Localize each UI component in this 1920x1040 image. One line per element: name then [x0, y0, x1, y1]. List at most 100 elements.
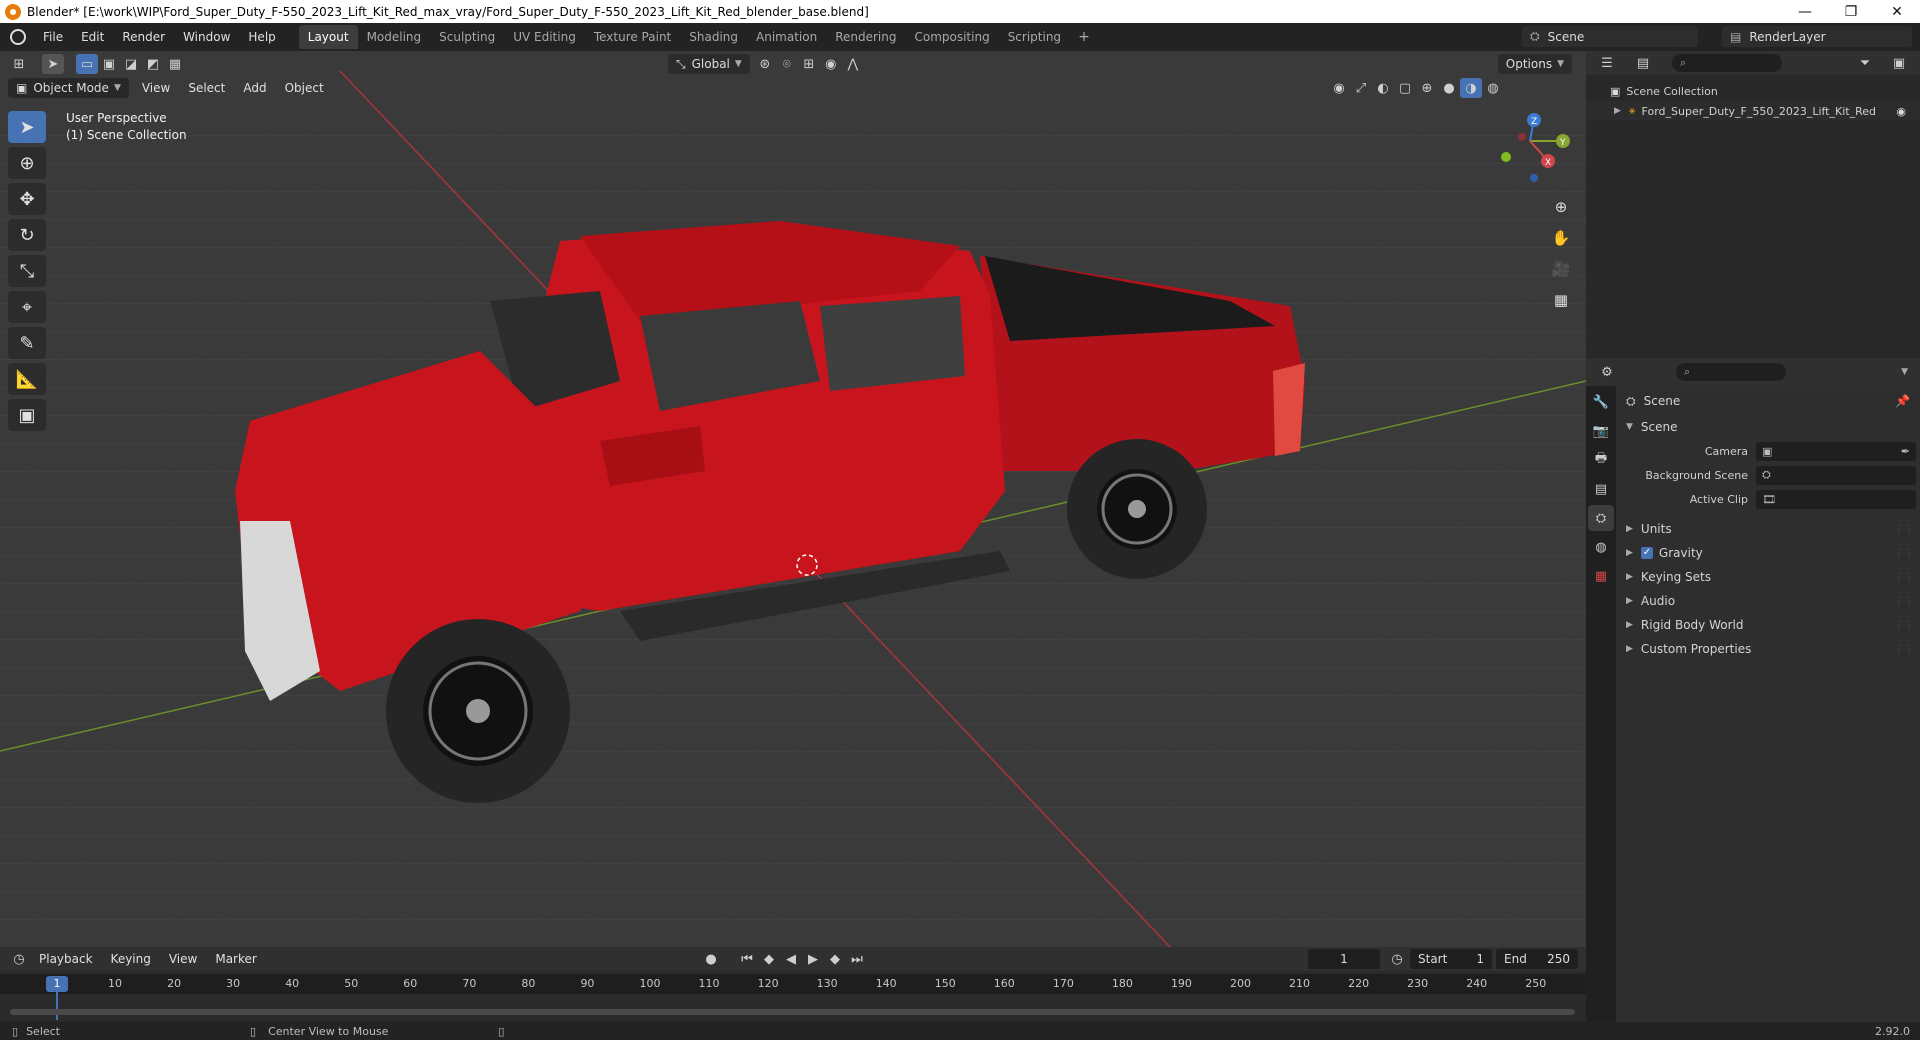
- properties-search-input[interactable]: ⌕: [1676, 363, 1786, 381]
- camera-field[interactable]: ▣ ✒: [1756, 441, 1916, 461]
- drag-handle-icon[interactable]: ⋮⋮: [1894, 572, 1914, 583]
- play-reverse-icon[interactable]: ◀: [780, 949, 802, 969]
- viewport-menu-select[interactable]: Select: [179, 81, 234, 95]
- rotate-tool-icon[interactable]: ↻: [8, 219, 46, 251]
- outliner-scene-collection[interactable]: ▣ Scene Collection: [1586, 81, 1920, 101]
- tab-scripting[interactable]: Scripting: [999, 25, 1070, 49]
- cursor-tool-icon[interactable]: ⊕: [8, 147, 46, 179]
- select-tool-icon[interactable]: ➤: [42, 54, 64, 74]
- blender-menu-icon[interactable]: [10, 29, 26, 45]
- menu-edit[interactable]: Edit: [72, 30, 113, 44]
- zoom-icon[interactable]: ⊕: [1547, 193, 1575, 221]
- menu-file[interactable]: File: [34, 30, 72, 44]
- outliner-item-truck[interactable]: ▶ ⚹ Ford_Super_Duty_F_550_2023_Lift_Kit_…: [1586, 101, 1920, 121]
- select-extend-icon[interactable]: ▣: [98, 54, 120, 74]
- properties-editor-type-icon[interactable]: ⚙: [1596, 362, 1618, 382]
- timeline-menu-playback[interactable]: Playback: [30, 952, 102, 966]
- pivot-icon[interactable]: ⊛: [754, 54, 776, 74]
- annotate-tool-icon[interactable]: ✎: [8, 327, 46, 359]
- overlay-toggle-icon[interactable]: ◐: [1372, 78, 1394, 98]
- jump-end-icon[interactable]: ⏭: [846, 949, 868, 969]
- scene-tab-icon[interactable]: ⛭: [1588, 505, 1614, 531]
- scale-tool-icon[interactable]: ⤡: [8, 255, 46, 287]
- eye-visibility-icon[interactable]: ◉: [1896, 105, 1906, 118]
- tab-texture-paint[interactable]: Texture Paint: [585, 25, 680, 49]
- tool-tab-icon[interactable]: 🔧: [1588, 389, 1614, 415]
- measure-tool-icon[interactable]: 📐: [8, 363, 46, 395]
- filter-icon[interactable]: ⏷: [1854, 53, 1876, 73]
- pan-hand-icon[interactable]: ✋: [1547, 224, 1575, 252]
- units-panel[interactable]: ▶ Units ⋮⋮: [1616, 518, 1920, 540]
- mode-dropdown[interactable]: ▣ Object Mode ▼: [8, 78, 129, 98]
- gizmo-toggle-icon[interactable]: ⤢: [1350, 78, 1372, 98]
- drag-handle-icon[interactable]: ⋮⋮: [1894, 548, 1914, 559]
- drag-handle-icon[interactable]: ⋮⋮: [1894, 620, 1914, 631]
- gravity-checkbox[interactable]: ✓: [1640, 547, 1653, 559]
- move-tool-icon[interactable]: ✥: [8, 183, 46, 215]
- drag-handle-icon[interactable]: ⋮⋮: [1894, 524, 1914, 535]
- current-frame-indicator[interactable]: 1: [46, 976, 68, 992]
- visibility-icon[interactable]: ◉: [1328, 78, 1350, 98]
- play-icon[interactable]: ▶: [802, 949, 824, 969]
- timeline-menu-keying[interactable]: Keying: [102, 952, 160, 966]
- editor-type-icon[interactable]: ⊞: [8, 54, 30, 74]
- record-icon[interactable]: ●: [700, 949, 722, 969]
- timeline-scrollbar[interactable]: [10, 1009, 1575, 1015]
- eyedropper-icon[interactable]: ✒: [1901, 445, 1910, 458]
- view-layer-tab-icon[interactable]: ▤: [1588, 476, 1614, 502]
- minimize-button[interactable]: —: [1782, 4, 1828, 20]
- proportional-edit-icon[interactable]: ◉: [820, 54, 842, 74]
- scene-selector[interactable]: ⛭ Scene: [1522, 26, 1698, 47]
- add-cube-tool-icon[interactable]: ▣: [8, 399, 46, 431]
- restore-button[interactable]: ❐: [1828, 4, 1874, 20]
- tab-rendering[interactable]: Rendering: [826, 25, 905, 49]
- timeline-menu-marker[interactable]: Marker: [206, 952, 265, 966]
- jump-start-icon[interactable]: ⏮: [736, 949, 758, 969]
- output-tab-icon[interactable]: 🖶: [1588, 447, 1614, 473]
- gravity-panel[interactable]: ▶ ✓ Gravity ⋮⋮: [1616, 542, 1920, 564]
- start-frame-field[interactable]: Start 1: [1410, 949, 1492, 969]
- material-shading-icon[interactable]: ◑: [1460, 78, 1482, 98]
- falloff-icon[interactable]: ⋀: [842, 54, 864, 74]
- new-collection-icon[interactable]: ▣: [1888, 53, 1910, 73]
- menu-help[interactable]: Help: [239, 30, 284, 44]
- render-layer-selector[interactable]: ▤ RenderLayer: [1722, 26, 1912, 47]
- active-clip-field[interactable]: 🎞: [1756, 489, 1916, 509]
- select-box-tool-icon[interactable]: ➤: [8, 111, 46, 143]
- timeline-editor[interactable]: ◷ Playback Keying View Marker ● ⏮ ◆ ◀ ▶ …: [0, 947, 1586, 1022]
- snap-icon[interactable]: ⌾: [776, 54, 798, 74]
- select-new-icon[interactable]: ▭: [76, 54, 98, 74]
- timeline-menu-view[interactable]: View: [160, 952, 206, 966]
- tab-layout[interactable]: Layout: [298, 25, 358, 49]
- viewport-menu-view[interactable]: View: [133, 81, 179, 95]
- preview-range-icon[interactable]: ◷: [1386, 949, 1408, 969]
- world-tab-icon[interactable]: ◍: [1588, 534, 1614, 560]
- viewport-menu-object[interactable]: Object: [276, 81, 333, 95]
- chevron-down-icon[interactable]: ▼: [1901, 367, 1908, 377]
- frame-ruler[interactable]: 1 10 20 30 40 50 60 70 80 90 100 110 120 130 140 150 16…: [0, 974, 1586, 994]
- transform-tool-icon[interactable]: ⌖: [8, 291, 46, 323]
- menu-render[interactable]: Render: [113, 30, 174, 44]
- menu-window[interactable]: Window: [174, 30, 239, 44]
- expand-arrow-icon[interactable]: ▶: [1614, 106, 1621, 116]
- options-dropdown[interactable]: Options ▼: [1497, 54, 1572, 74]
- select-intersect-icon[interactable]: ▦: [164, 54, 186, 74]
- outliner-search-input[interactable]: ⌕: [1672, 54, 1782, 72]
- texture-tab-icon[interactable]: ▦: [1588, 563, 1614, 589]
- select-subtract-icon[interactable]: ◪: [120, 54, 142, 74]
- tab-shading[interactable]: Shading: [680, 25, 747, 49]
- drag-handle-icon[interactable]: ⋮⋮: [1894, 644, 1914, 655]
- viewport-menu-add[interactable]: Add: [234, 81, 275, 95]
- tab-animation[interactable]: Animation: [747, 25, 826, 49]
- tab-compositing[interactable]: Compositing: [905, 25, 998, 49]
- camera-view-icon[interactable]: 🎥: [1547, 255, 1575, 283]
- snap-increment-icon[interactable]: ⊞: [798, 54, 820, 74]
- keying-sets-panel[interactable]: ▶ Keying Sets ⋮⋮: [1616, 566, 1920, 588]
- outliner-editor-type-icon[interactable]: ☰: [1596, 53, 1618, 73]
- background-scene-field[interactable]: ⛭: [1756, 465, 1916, 485]
- audio-panel[interactable]: ▶ Audio ⋮⋮: [1616, 590, 1920, 612]
- ortho-toggle-icon[interactable]: ▦: [1547, 286, 1575, 314]
- current-frame-field[interactable]: 1: [1308, 949, 1380, 969]
- pin-icon[interactable]: 📌: [1895, 394, 1910, 408]
- rendered-shading-icon[interactable]: ◍: [1482, 78, 1504, 98]
